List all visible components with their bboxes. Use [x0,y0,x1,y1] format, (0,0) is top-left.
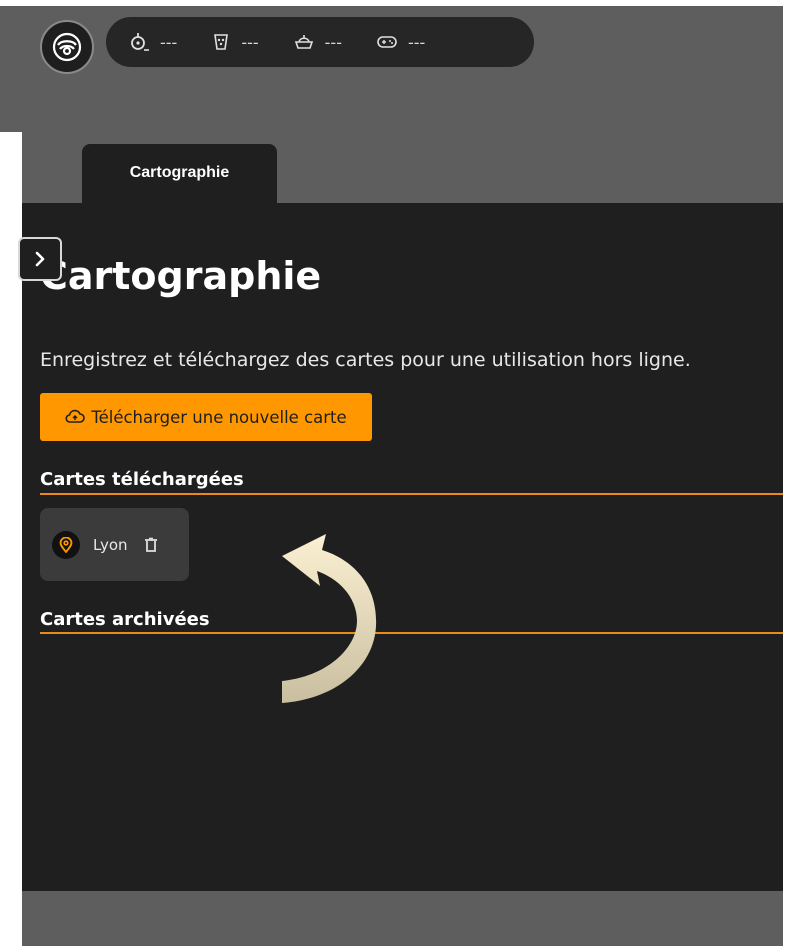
map-name: Lyon [93,535,128,554]
tab-cartographie[interactable]: Cartographie [82,144,277,204]
status-value-brush: --- [241,32,259,52]
robot-position-icon [131,33,149,51]
status-value-position: --- [160,32,178,52]
curved-arrow-annotation [282,534,377,703]
archived-maps-divider [40,632,783,634]
map-pin-badge [52,530,80,559]
trash-icon[interactable] [144,537,158,553]
cleaning-brush-icon [214,34,229,50]
expand-sidebar-button[interactable] [18,237,62,281]
cloud-upload-icon [65,409,86,423]
page-description: Enregistrez et téléchargez des cartes po… [40,349,691,371]
window-edge [0,0,22,946]
app-logo[interactable] [40,20,94,74]
archived-maps-heading: Cartes archivées [40,609,210,630]
status-value-gamepad: --- [407,32,426,52]
status-item-position: --- [128,31,177,53]
map-pin-icon [59,536,73,553]
status-value-vehicle: --- [324,32,342,52]
vehicle-icon [294,35,313,49]
logo-icon [52,32,82,62]
tab-label: Cartographie [129,164,230,181]
downloaded-maps-heading: Cartes téléchargées [40,469,244,490]
downloaded-maps-divider [40,493,783,495]
app-frame-edge [0,6,22,132]
page-title: Cartographie [40,254,322,298]
status-item-gamepad: --- [376,33,425,52]
status-item-vehicle: --- [293,32,342,52]
upload-new-map-button[interactable]: Télécharger une nouvelle carte [40,393,372,441]
map-card-lyon[interactable]: Lyon [40,508,189,581]
chevron-right-icon [35,251,45,267]
upload-button-label: Télécharger une nouvelle carte [91,407,347,427]
status-bar: --- --- --- --- [106,17,534,67]
status-item-brush: --- [211,32,259,52]
gamepad-icon [377,36,397,48]
